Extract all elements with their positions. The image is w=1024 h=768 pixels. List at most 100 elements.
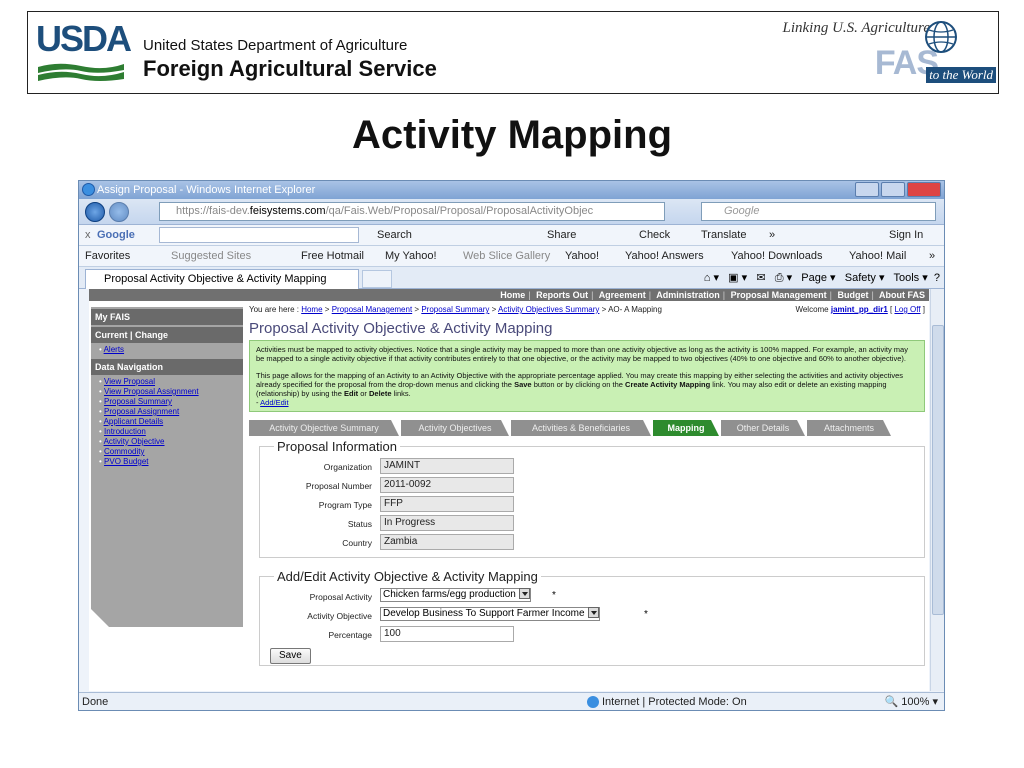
- breadcrumb-separator: >: [414, 305, 420, 314]
- tab-activity-objective-summary[interactable]: Activity Objective Summary: [249, 420, 399, 436]
- log-off-link[interactable]: Log Off: [894, 305, 920, 314]
- main-content: You are here : Home > Proposal Managemen…: [249, 305, 929, 666]
- fav-yahoo-downloads[interactable]: Yahoo! Downloads: [731, 246, 823, 267]
- activity-objective-select[interactable]: Develop Business To Support Farmer Incom…: [380, 607, 600, 621]
- mapping-form-panel: Add/Edit Activity Objective & Activity M…: [259, 569, 925, 666]
- toolbar-more-button[interactable]: »: [769, 225, 775, 246]
- page-tabs: Activity Objective Summary Activity Obje…: [249, 420, 929, 436]
- home-icon[interactable]: ⌂ ▾: [704, 272, 719, 284]
- toolbar-search-input[interactable]: [159, 227, 359, 243]
- tab-activities-beneficiaries[interactable]: Activities & Beneficiaries: [511, 420, 651, 436]
- username-link[interactable]: jamint_pp_dir1: [831, 305, 888, 314]
- sidebar-item-applicant-details[interactable]: Applicant Details: [104, 417, 164, 426]
- add-edit-link[interactable]: Add/Edit: [260, 398, 288, 407]
- address-domain: feisystems.com: [249, 205, 326, 217]
- fav-web-slice-gallery[interactable]: Web Slice Gallery: [463, 246, 550, 267]
- nav-about-fas[interactable]: About FAS: [879, 290, 925, 300]
- fav-free-hotmail[interactable]: Free Hotmail: [301, 246, 364, 267]
- chevron-down-icon[interactable]: [518, 588, 530, 599]
- tab-other-details[interactable]: Other Details: [721, 420, 805, 436]
- page-menu[interactable]: Page: [801, 272, 827, 284]
- tab-mapping[interactable]: Mapping: [653, 420, 719, 436]
- sidebar-item-introduction[interactable]: Introduction: [104, 427, 146, 436]
- new-tab-button[interactable]: [362, 270, 392, 288]
- browser-window: Assign Proposal - Windows Internet Explo…: [78, 180, 945, 711]
- nav-home[interactable]: Home: [500, 290, 525, 300]
- page-title: Proposal Activity Objective & Activity M…: [249, 320, 553, 337]
- favorites-more-button[interactable]: »: [929, 246, 935, 267]
- help-icon[interactable]: ?: [934, 272, 940, 284]
- nav-reports-out[interactable]: Reports Out: [536, 290, 588, 300]
- percentage-input[interactable]: 100: [380, 626, 514, 642]
- feeds-icon[interactable]: ▣ ▾: [728, 272, 747, 284]
- fav-yahoo-answers[interactable]: Yahoo! Answers: [625, 246, 704, 267]
- google-search-input[interactable]: Google: [701, 202, 936, 221]
- activity-objective-label: Activity Objective: [307, 611, 372, 621]
- status-value: In Progress: [380, 515, 514, 531]
- service-name: Foreign Agricultural Service: [143, 56, 437, 81]
- sidebar-item-proposal-summary[interactable]: Proposal Summary: [104, 397, 172, 406]
- nav-budget[interactable]: Budget: [837, 290, 868, 300]
- fav-yahoo[interactable]: Yahoo!: [565, 246, 599, 267]
- safety-menu[interactable]: Safety: [845, 272, 876, 284]
- nav-agreement[interactable]: Agreement: [599, 290, 646, 300]
- browser-tab-active[interactable]: Proposal Activity Objective & Activity M…: [85, 269, 359, 289]
- scrollbar-thumb[interactable]: [932, 325, 944, 615]
- vertical-scrollbar[interactable]: [930, 289, 944, 691]
- nav-proposal-management[interactable]: Proposal Management: [731, 290, 827, 300]
- sidebar-current-change[interactable]: Current | Change: [91, 327, 243, 343]
- sidebar-item-view-proposal[interactable]: View Proposal: [104, 377, 155, 386]
- sidebar: My FAIS Current | Change Alerts Data Nav…: [91, 307, 243, 627]
- info-paragraph-1: Activities must be mapped to activity ob…: [256, 345, 908, 363]
- toolbar-share-button[interactable]: Share: [547, 225, 576, 246]
- proposal-activity-select[interactable]: Chicken farms/egg production: [380, 588, 531, 602]
- info-create-term: Create Activity Mapping: [625, 380, 711, 389]
- sidebar-item-alerts[interactable]: Alerts: [104, 345, 124, 354]
- print-icon[interactable]: ⎙ ▾: [775, 272, 792, 284]
- address-bar[interactable]: https://fais-dev.feisystems.com/qa/Fais.…: [159, 202, 665, 221]
- nav-administration[interactable]: Administration: [656, 290, 720, 300]
- field-activity-objective: Activity Objective Develop Business To S…: [260, 606, 924, 625]
- tools-menu[interactable]: Tools: [893, 272, 919, 284]
- status-bar: Done Internet | Protected Mode: On 🔍 100…: [79, 692, 944, 710]
- zoom-level: 100%: [901, 696, 930, 708]
- sidebar-item-proposal-assignment[interactable]: Proposal Assignment: [104, 407, 179, 416]
- sidebar-item-activity-objective[interactable]: Activity Objective: [104, 437, 165, 446]
- toolbar-translate-button[interactable]: Translate: [701, 225, 746, 246]
- save-button[interactable]: Save: [270, 648, 311, 664]
- sidebar-item-commodity[interactable]: Commodity: [104, 447, 144, 456]
- status-text: Done: [82, 696, 109, 708]
- close-button[interactable]: [907, 182, 941, 197]
- forward-button[interactable]: [109, 202, 129, 222]
- tab-row: Proposal Activity Objective & Activity M…: [79, 267, 944, 289]
- fav-my-yahoo[interactable]: My Yahoo!: [385, 246, 437, 267]
- fav-yahoo-mail[interactable]: Yahoo! Mail: [849, 246, 906, 267]
- sidebar-item-view-proposal-assignment[interactable]: View Proposal Assignment: [104, 387, 199, 396]
- sidebar-item-pvo-budget[interactable]: PVO Budget: [104, 457, 148, 466]
- fav-suggested-sites[interactable]: Suggested Sites: [171, 246, 251, 267]
- toolbar-search-button[interactable]: Search: [377, 225, 412, 246]
- minimize-button[interactable]: [855, 182, 879, 197]
- toolbar-sign-in-button[interactable]: Sign In: [889, 225, 923, 246]
- breadcrumb-proposal-management[interactable]: Proposal Management: [332, 305, 413, 314]
- maximize-button[interactable]: [881, 182, 905, 197]
- required-marker: *: [552, 590, 556, 601]
- breadcrumb-separator: >: [324, 305, 330, 314]
- tab-attachments[interactable]: Attachments: [807, 420, 891, 436]
- toolbar-close-icon[interactable]: x: [85, 225, 91, 246]
- zoom-control[interactable]: 🔍 100% ▾: [885, 693, 938, 710]
- back-button[interactable]: [85, 202, 105, 222]
- mail-icon[interactable]: ✉: [756, 272, 765, 284]
- toolbar-check-button[interactable]: Check: [639, 225, 670, 246]
- proposal-information-title: Proposal Information: [274, 439, 400, 454]
- breadcrumb-proposal-summary[interactable]: Proposal Summary: [421, 305, 489, 314]
- favorites-button[interactable]: Favorites: [85, 246, 130, 267]
- breadcrumb-home[interactable]: Home: [301, 305, 322, 314]
- chevron-down-icon[interactable]: [587, 607, 599, 618]
- proposal-activity-selected: Chicken farms/egg production: [383, 589, 516, 601]
- country-value: Zambia: [380, 534, 514, 550]
- organization-value: JAMINT: [380, 458, 514, 474]
- top-navigation: Home | Reports Out | Agreement | Administra…: [89, 289, 929, 301]
- tab-activity-objectives[interactable]: Activity Objectives: [401, 420, 509, 436]
- breadcrumb-activity-objectives-summary[interactable]: Activity Objectives Summary: [498, 305, 599, 314]
